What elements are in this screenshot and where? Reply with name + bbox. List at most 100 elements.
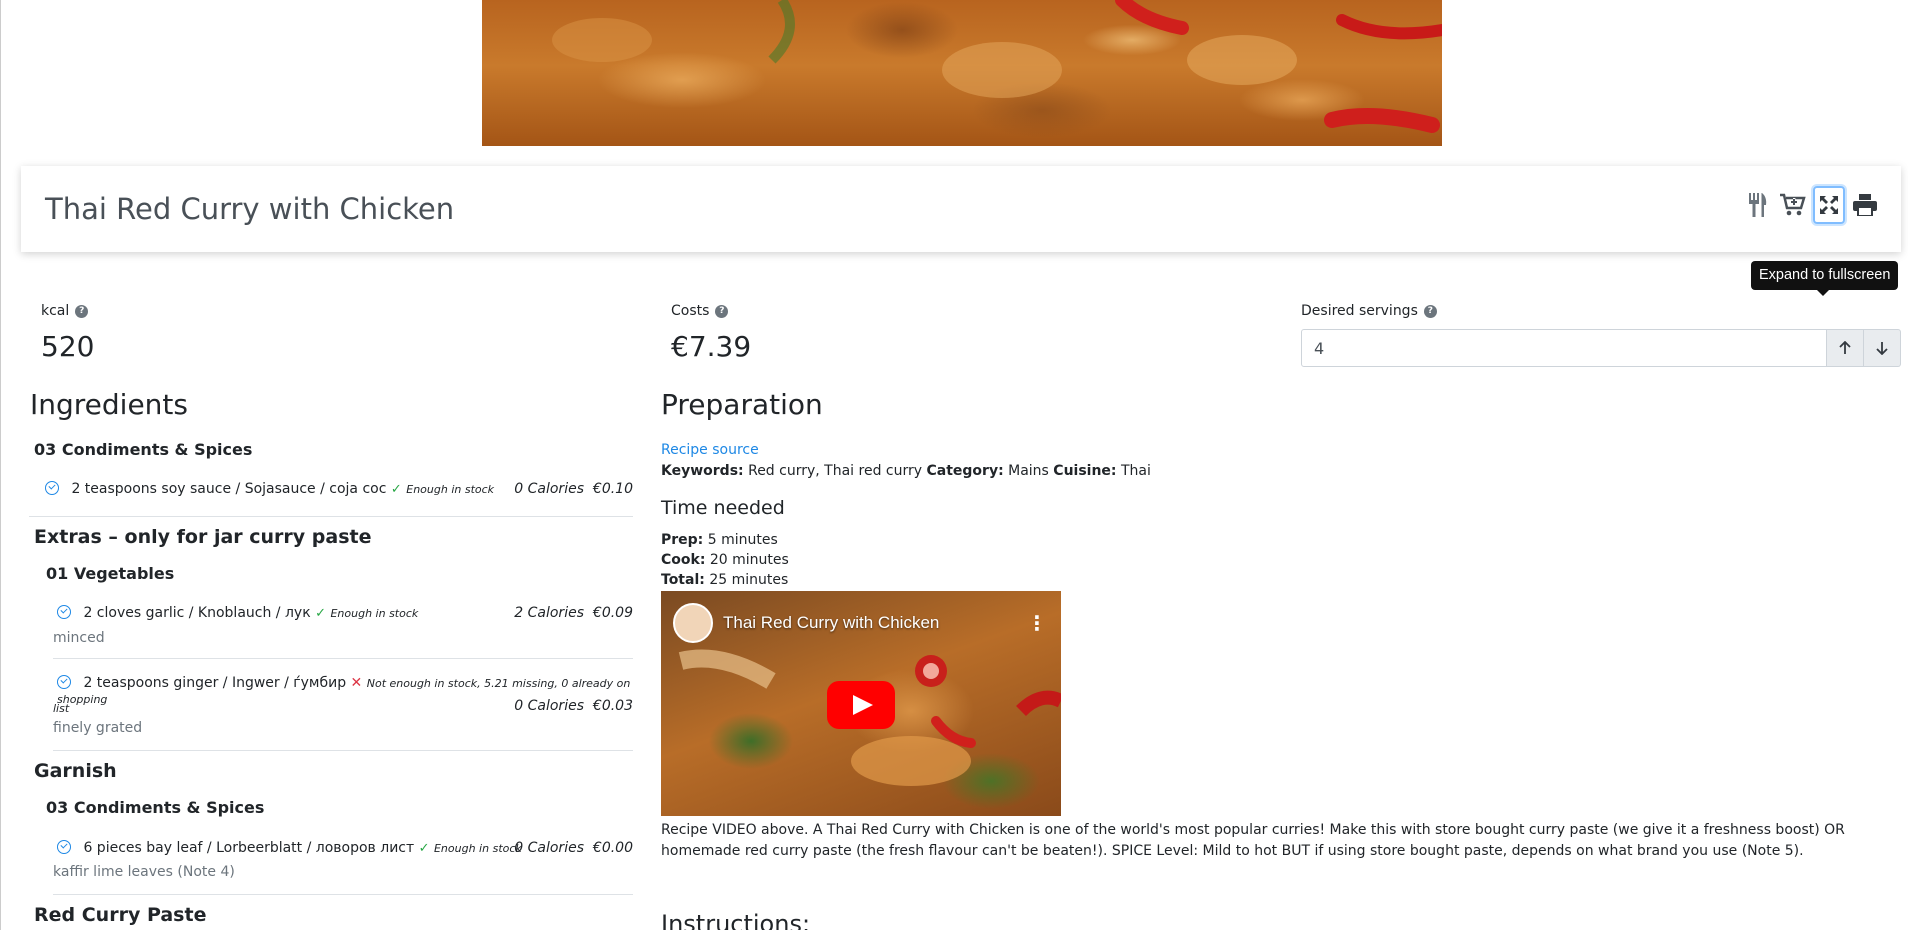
ingredient-note: kaffir lime leaves (Note 4) <box>53 864 235 880</box>
recipe-image <box>482 0 1442 146</box>
check-circle-icon[interactable] <box>57 840 71 854</box>
costs-value: €7.39 <box>671 330 752 363</box>
cuisine-value: Thai <box>1120 463 1151 479</box>
section-heading: Garnish <box>34 760 117 782</box>
stock-status: Enough in stock <box>330 607 419 620</box>
meal-plan-button[interactable] <box>1741 186 1773 224</box>
expand-icon <box>1820 196 1838 214</box>
calories: 0 Calories <box>514 840 584 856</box>
divider <box>53 658 633 659</box>
subsection-heading: 01 Vegetables <box>46 564 175 583</box>
time-heading: Time needed <box>661 497 785 519</box>
servings-decrease-button[interactable] <box>1864 329 1901 367</box>
kcal-label-group: kcal ? <box>41 303 89 319</box>
calories: 0 Calories <box>514 481 584 497</box>
ingredient-nums: 0 Calories €0.00 <box>514 840 633 856</box>
section-heading: 03 Condiments & Spices <box>34 440 253 459</box>
calories: 2 Calories <box>514 605 584 621</box>
ingredient-text: 6 pieces bay leaf / Lorbeerblatt / ловор… <box>83 840 415 856</box>
divider <box>53 750 633 751</box>
servings-increase-button[interactable] <box>1827 329 1864 367</box>
cart-plus-icon <box>1780 193 1806 216</box>
recipe-description: Recipe VIDEO above. A Thai Red Curry wit… <box>661 822 1845 859</box>
ingredient-row[interactable]: 2 teaspoons soy sauce / Sojasauce / соја… <box>45 481 633 497</box>
more-vert-icon[interactable]: ⋮ <box>1027 611 1047 635</box>
cost: €0.00 <box>592 840 633 856</box>
total-time: Total: 25 minutes <box>661 572 788 588</box>
recipe-title: Thai Red Curry with Chicken <box>45 192 455 226</box>
keywords-label: Keywords: <box>661 463 744 479</box>
total-label: Total: <box>661 572 705 588</box>
stock-status-cont: list <box>53 702 70 715</box>
servings-label-group: Desired servings ? <box>1301 303 1437 319</box>
utensils-icon <box>1749 193 1767 217</box>
stock-status: Enough in stock <box>433 842 522 855</box>
recipe-toolbar <box>1741 186 1881 224</box>
total-value: 25 minutes <box>709 572 789 588</box>
cost: €0.03 <box>592 698 633 714</box>
help-icon[interactable]: ? <box>75 304 89 318</box>
kcal-label: kcal <box>41 303 70 319</box>
ingredients-heading: Ingredients <box>30 388 188 421</box>
servings-input[interactable] <box>1301 329 1827 367</box>
cuisine-label: Cuisine: <box>1053 463 1117 479</box>
servings-label: Desired servings <box>1301 303 1418 319</box>
check-circle-icon[interactable] <box>45 481 59 495</box>
ingredient-nums: 2 Calories €0.09 <box>514 605 633 621</box>
divider <box>29 516 633 517</box>
help-icon[interactable]: ? <box>715 304 729 318</box>
instructions-heading: Instructions: <box>661 910 811 930</box>
fullscreen-button[interactable] <box>1813 186 1845 224</box>
check-icon: ✓ <box>390 482 402 497</box>
ingredient-row[interactable]: 2 cloves garlic / Knoblauch / лук ✓ Enou… <box>57 605 633 621</box>
check-circle-icon[interactable] <box>57 675 71 689</box>
recipe-meta: Keywords: Red curry, Thai red curry Cate… <box>661 463 1151 479</box>
ingredient-text: 2 cloves garlic / Knoblauch / лук <box>83 605 311 621</box>
video-embed[interactable]: Thai Red Curry with Chicken ⋮ <box>661 591 1061 816</box>
keywords-value: Red curry, Thai red curry <box>748 463 923 479</box>
cost: €0.09 <box>592 605 633 621</box>
play-button[interactable] <box>827 681 895 729</box>
fullscreen-tooltip: Expand to fullscreen <box>1751 261 1899 296</box>
chili-decoration <box>552 0 1442 133</box>
preparation-heading: Preparation <box>661 388 823 421</box>
cook-value: 20 minutes <box>709 552 789 568</box>
channel-avatar[interactable] <box>673 603 713 643</box>
prep-label: Prep: <box>661 532 704 548</box>
costs-label: Costs <box>671 303 710 319</box>
calories: 0 Calories <box>514 698 584 714</box>
ingredient-note: minced <box>53 630 105 646</box>
stock-status: Enough in stock <box>406 483 495 496</box>
check-circle-icon[interactable] <box>57 605 71 619</box>
costs-label-group: Costs ? <box>671 303 729 319</box>
recipe-header: Thai Red Curry with Chicken <box>21 166 1901 252</box>
recipe-source: Recipe source <box>661 442 759 458</box>
ingredients-list: 03 Condiments & Spices 2 teaspoons soy s… <box>29 440 633 930</box>
ingredient-row[interactable]: 6 pieces bay leaf / Lorbeerblatt / ловор… <box>57 840 633 856</box>
section-heading: Extras – only for jar curry paste <box>34 526 372 548</box>
ingredient-text: 2 teaspoons soy sauce / Sojasauce / соја… <box>71 481 387 497</box>
subsection-heading: 03 Condiments & Spices <box>46 798 265 817</box>
add-to-shopping-button[interactable] <box>1777 186 1809 224</box>
recipe-source-link[interactable]: Recipe source <box>661 442 759 458</box>
arrow-down-icon <box>1876 342 1888 355</box>
arrow-up-icon <box>1839 341 1851 354</box>
kcal-value: 520 <box>41 330 95 363</box>
cook-time: Cook: 20 minutes <box>661 552 789 568</box>
ingredient-note: finely grated <box>53 720 143 736</box>
ingredient-text: 2 teaspoons ginger / Ingwer / ѓумбир <box>83 675 347 691</box>
category-value: Mains <box>1008 463 1049 479</box>
prep-value: 5 minutes <box>707 532 778 548</box>
check-icon: ✓ <box>418 841 430 856</box>
print-button[interactable] <box>1849 186 1881 224</box>
category-label: Category: <box>926 463 1004 479</box>
ingredient-nums: 0 Calories €0.03 <box>514 698 633 714</box>
cook-label: Cook: <box>661 552 706 568</box>
cost: €0.10 <box>592 481 633 497</box>
servings-control <box>1301 329 1901 367</box>
divider <box>53 894 633 895</box>
page: Thai Red Curry with Chicken Expand to fu… <box>0 0 1908 930</box>
video-title[interactable]: Thai Red Curry with Chicken <box>723 613 939 633</box>
help-icon[interactable]: ? <box>1423 304 1437 318</box>
check-icon: ✓ <box>315 606 327 621</box>
